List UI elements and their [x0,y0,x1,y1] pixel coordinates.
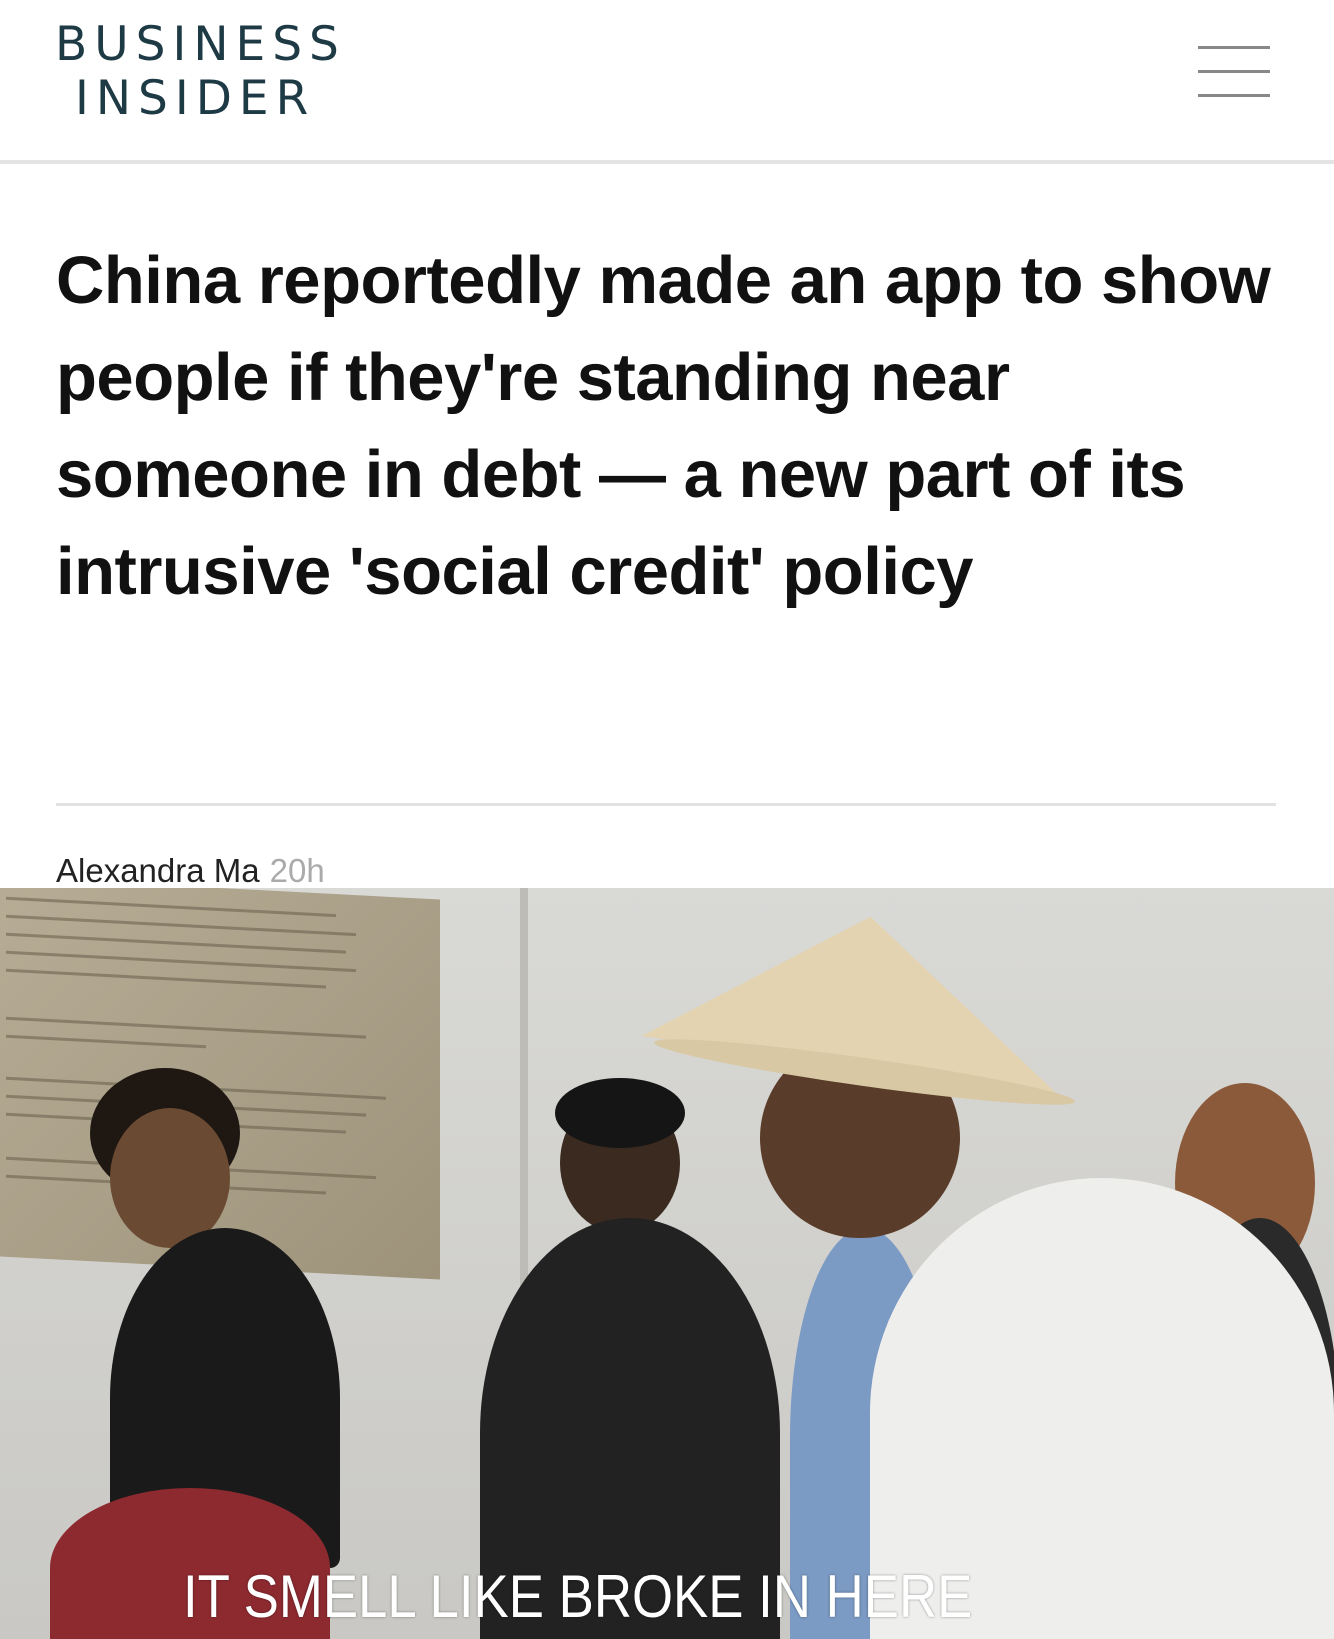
header-divider [0,160,1334,164]
hamburger-menu-icon[interactable] [1198,46,1270,102]
site-header: BUSINESS INSIDER [0,0,1334,160]
business-insider-logo[interactable]: BUSINESS INSIDER [55,18,346,126]
author-link[interactable]: Alexandra Ma [56,852,260,889]
timestamp: 20h [269,852,325,889]
person-left-face [110,1108,230,1248]
meme-image [0,888,1334,1639]
adult-swim-watermark: [adult swim] [1140,1568,1234,1585]
wall-sign [0,888,440,1280]
meme-caption: IT SMELL LIKE BROKE IN HERE [183,1563,973,1630]
person-middle-bandana [555,1078,685,1148]
logo-line-2: INSIDER [75,71,316,126]
byline: Alexandra Ma 20h [56,852,325,890]
article-headline: China reportedly made an app to show peo… [56,243,1271,609]
headline-divider [56,803,1276,806]
logo-line-1: BUSINESS [55,17,346,72]
